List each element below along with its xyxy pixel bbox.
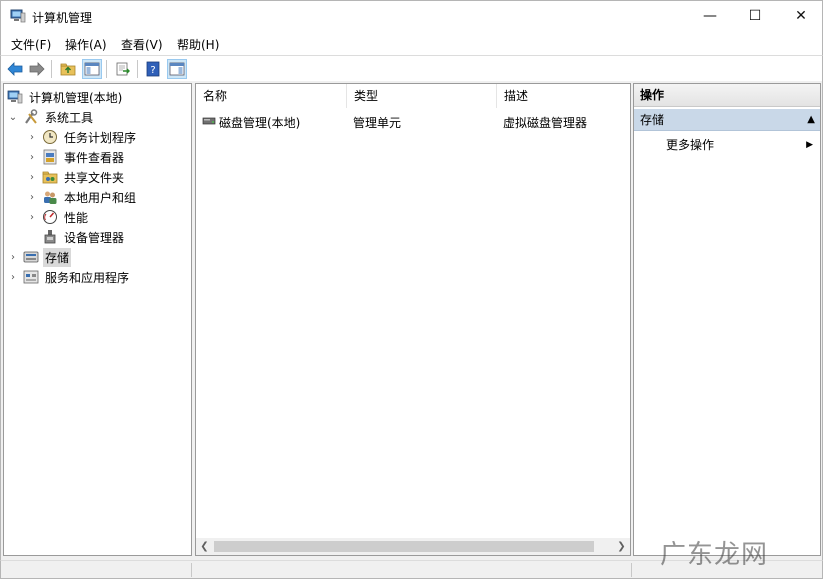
tools-icon — [25, 109, 38, 124]
tree-item-device-manager[interactable]: 设备管理器 — [26, 227, 126, 247]
tree-label: 设备管理器 — [64, 230, 125, 245]
chevron-right-icon[interactable]: › — [26, 151, 38, 163]
show-hide-console-tree-button[interactable] — [82, 59, 102, 79]
shared-folder-icon — [42, 171, 58, 184]
disk-management-icon — [202, 117, 216, 125]
chevron-right-icon[interactable]: › — [26, 131, 38, 143]
export-list-button[interactable] — [113, 59, 133, 79]
window-title: 计算机管理 — [32, 11, 93, 25]
computer-management-icon — [7, 90, 23, 104]
close-button[interactable]: ✕ — [778, 1, 823, 31]
tree-label: 共享文件夹 — [64, 170, 125, 185]
tree-item-root[interactable]: 计算机管理(本地) — [7, 87, 124, 107]
services-icon — [23, 270, 39, 284]
tree-label: 性能 — [64, 210, 89, 225]
clock-icon — [43, 130, 57, 144]
toolbar-separator — [51, 60, 52, 78]
tree-label: 计算机管理(本地) — [29, 90, 123, 105]
svg-text:?: ? — [150, 65, 155, 76]
main-area: 计算机管理(本地) ⌄ 系统工具 › 任务计划程序 › 事件查看器 › 共享文件… — [0, 81, 823, 560]
collapse-up-icon[interactable]: ▲ — [807, 109, 815, 131]
menu-bar: 文件(F) 操作(A) 查看(V) 帮助(H) — [0, 31, 823, 55]
status-separator — [191, 563, 192, 577]
more-actions-label: 更多操作 — [666, 138, 715, 152]
tree-label: 服务和应用程序 — [45, 270, 130, 285]
tree-item-performance[interactable]: › 性能 — [26, 207, 90, 227]
chevron-down-icon[interactable]: ⌄ — [7, 111, 19, 123]
tree-label: 系统工具 — [45, 110, 94, 125]
event-viewer-icon — [43, 149, 57, 165]
menu-view[interactable]: 查看(V) — [121, 36, 163, 53]
menu-action[interactable]: 操作(A) — [65, 36, 107, 53]
more-actions-item[interactable]: 更多操作 ▶ — [634, 134, 820, 156]
status-separator — [631, 563, 632, 577]
minimize-icon: — — [703, 8, 717, 24]
minimize-button[interactable]: — — [687, 1, 733, 31]
device-manager-icon — [44, 230, 56, 244]
forward-button[interactable] — [27, 59, 47, 79]
watermark-text: 广东龙网 — [660, 540, 769, 570]
submenu-arrow-icon: ▶ — [806, 140, 813, 150]
performance-icon — [43, 210, 57, 224]
help-icon: ? — [146, 61, 160, 77]
toolbar-separator — [137, 60, 138, 78]
list-cell-type: 管理单元 — [353, 116, 402, 130]
tree-label: 任务计划程序 — [64, 130, 137, 145]
toolbar-separator — [106, 60, 107, 78]
export-list-icon — [116, 62, 130, 76]
scroll-right-icon[interactable]: ❯ — [613, 538, 630, 555]
scroll-left-icon[interactable]: ❮ — [196, 538, 213, 555]
list-item[interactable]: 磁盘管理(本地) 管理单元 虚拟磁盘管理器 — [196, 111, 630, 131]
console-tree: 计算机管理(本地) ⌄ 系统工具 › 任务计划程序 › 事件查看器 › 共享文件… — [3, 83, 192, 556]
chevron-right-icon[interactable]: › — [7, 251, 19, 263]
list-cell-description: 虚拟磁盘管理器 — [503, 116, 588, 130]
back-button[interactable] — [5, 59, 25, 79]
result-list: 名称 类型 描述 磁盘管理(本地) 管理单元 虚拟磁盘管理器 ❮ ❯ — [195, 83, 631, 556]
tree-label: 本地用户和组 — [64, 190, 137, 205]
title-bar: 计算机管理 — ☐ ✕ — [0, 0, 823, 31]
tree-item-event-viewer[interactable]: › 事件查看器 — [26, 147, 126, 167]
column-header-description[interactable]: 描述 — [497, 84, 630, 108]
folder-up-icon — [60, 63, 76, 76]
tree-item-system-tools[interactable]: ⌄ 系统工具 — [7, 107, 95, 127]
users-icon — [44, 191, 57, 204]
chevron-right-icon[interactable]: › — [26, 191, 38, 203]
console-tree-icon — [84, 62, 100, 76]
tree-item-storage[interactable]: › 存储 — [7, 247, 72, 267]
back-arrow-icon — [7, 62, 23, 76]
tree-label: 事件查看器 — [64, 150, 125, 165]
storage-icon — [23, 251, 39, 263]
tree-item-task-scheduler[interactable]: › 任务计划程序 — [26, 127, 138, 147]
column-header-type[interactable]: 类型 — [347, 84, 497, 108]
tree-item-services-applications[interactable]: › 服务和应用程序 — [7, 267, 131, 287]
action-section-storage[interactable]: 存储 ▲ — [634, 109, 820, 131]
maximize-button[interactable]: ☐ — [732, 1, 778, 31]
chevron-right-icon[interactable]: › — [7, 271, 19, 283]
close-icon: ✕ — [795, 8, 807, 24]
forward-arrow-icon — [29, 62, 45, 76]
scrollbar-thumb[interactable] — [214, 541, 594, 552]
maximize-icon: ☐ — [748, 8, 762, 24]
action-section-label: 存储 — [640, 113, 665, 127]
tree-item-local-users-groups[interactable]: › 本地用户和组 — [26, 187, 138, 207]
computer-management-icon — [10, 9, 26, 23]
tree-item-shared-folders[interactable]: › 共享文件夹 — [26, 167, 126, 187]
help-button[interactable]: ? — [143, 59, 163, 79]
toolbar: ? — [0, 55, 823, 81]
menu-help[interactable]: 帮助(H) — [177, 36, 219, 53]
horizontal-scrollbar[interactable]: ❮ ❯ — [196, 538, 630, 555]
action-pane-header: 操作 — [634, 84, 820, 107]
list-cell-name: 磁盘管理(本地) — [219, 116, 301, 130]
show-hide-action-pane-button[interactable] — [167, 59, 187, 79]
menu-file[interactable]: 文件(F) — [11, 36, 51, 53]
action-pane-icon — [169, 62, 185, 76]
chevron-right-icon[interactable]: › — [26, 171, 38, 183]
chevron-right-icon[interactable]: › — [26, 211, 38, 223]
up-one-level-button[interactable] — [58, 59, 78, 79]
tree-label: 存储 — [43, 247, 72, 267]
action-pane: 操作 存储 ▲ 更多操作 ▶ — [633, 83, 821, 556]
column-header-name[interactable]: 名称 — [196, 84, 347, 108]
